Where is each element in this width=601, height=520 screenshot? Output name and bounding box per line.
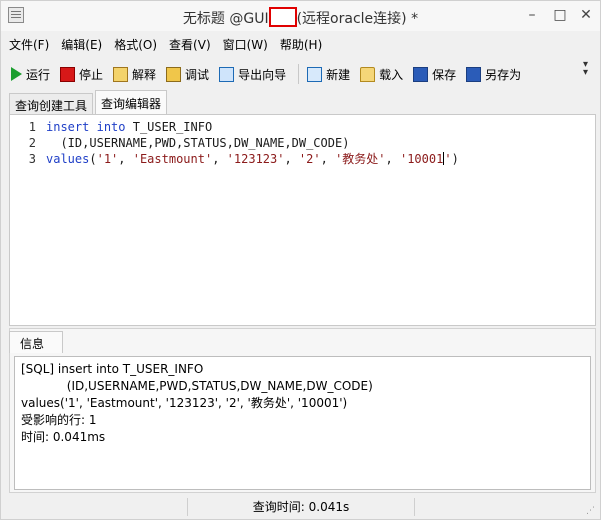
- play-icon: [11, 67, 22, 81]
- run-button[interactable]: 运行: [11, 66, 50, 83]
- export-label: 导出向导: [238, 67, 287, 82]
- tab-query-editor[interactable]: 查询编辑器: [95, 90, 168, 114]
- code-text: (ID,USERNAME,PWD,STATUS,DW_NAME,DW_CODE): [46, 136, 350, 150]
- new-button[interactable]: 新建: [307, 66, 350, 83]
- menu-bar: 文件(F) 编辑(E) 格式(O) 查看(V) 窗口(W) 帮助(H): [1, 33, 600, 55]
- menu-help[interactable]: 帮助(H): [280, 36, 322, 53]
- status-bar: 查询时间: 0.041s ⋰: [1, 495, 600, 519]
- string-literal: '教务处': [335, 152, 386, 166]
- line-number: 1: [28, 120, 36, 134]
- menu-window[interactable]: 窗口(W): [223, 36, 268, 53]
- redacted-box: [268, 7, 297, 27]
- code-token: (: [89, 152, 97, 166]
- code-token: T_USER_INFO: [125, 120, 213, 134]
- info-line: values('1', 'Eastmount', '123123', '2', …: [21, 396, 348, 410]
- code-area[interactable]: 1 insert into T_USER_INFO 2 (ID,USERNAME…: [10, 119, 595, 167]
- save-as-icon: [466, 66, 482, 82]
- minimize-button[interactable]: –: [524, 7, 540, 23]
- menu-format[interactable]: 格式(O): [114, 36, 157, 53]
- string-literal: ': [444, 152, 452, 166]
- keyword: into: [96, 120, 126, 134]
- window-title: 无标题 @GUI (远程oracle连接) *: [1, 7, 600, 28]
- line-number: 3: [28, 152, 36, 166]
- export-icon: [219, 66, 235, 82]
- string-literal: '2': [298, 152, 321, 166]
- editor-tabs: 查询创建工具 查询编辑器: [9, 90, 169, 114]
- code-line: 2 (ID,USERNAME,PWD,STATUS,DW_NAME,DW_COD…: [10, 135, 595, 151]
- menu-view[interactable]: 查看(V): [169, 36, 211, 53]
- explain-button[interactable]: 解释: [113, 66, 156, 83]
- string-literal: '123123': [226, 152, 285, 166]
- window-title-right: (远程oracle连接) *: [296, 11, 419, 27]
- toolbar: 运行 停止 解释 调试 导出向导 新建 载入 保存 另存为: [1, 59, 600, 89]
- code-text: values('1', 'Eastmount', '123123', '2', …: [46, 152, 459, 166]
- tab-info[interactable]: 信息: [9, 331, 63, 353]
- debug-icon: [166, 66, 182, 82]
- explain-label: 解释: [132, 67, 157, 82]
- code-token: ): [451, 152, 459, 166]
- stop-button[interactable]: 停止: [60, 66, 103, 83]
- toolbar-overflow-button[interactable]: ▾ ▾: [583, 60, 588, 78]
- save-button[interactable]: 保存: [413, 66, 456, 83]
- keyword: insert: [46, 120, 90, 134]
- app-window: 无标题 @GUI (远程oracle连接) * – □ ✕ 文件(F) 编辑(E)…: [0, 0, 601, 520]
- run-label: 运行: [26, 67, 51, 82]
- load-label: 载入: [379, 67, 404, 82]
- window-title-left: 无标题 @GUI: [182, 11, 269, 27]
- close-button[interactable]: ✕: [578, 7, 594, 23]
- debug-button[interactable]: 调试: [166, 66, 209, 83]
- code-text: insert into T_USER_INFO: [46, 119, 212, 135]
- info-line: 受影响的行: 1: [21, 413, 97, 427]
- line-number: 2: [28, 136, 36, 150]
- menu-edit[interactable]: 编辑(E): [61, 36, 102, 53]
- title-bar: 无标题 @GUI (远程oracle连接) * – □ ✕: [1, 1, 600, 31]
- debug-label: 调试: [185, 67, 210, 82]
- load-button[interactable]: 载入: [360, 66, 403, 83]
- keyword: values: [46, 152, 90, 166]
- query-time-status: 查询时间: 0.041s: [187, 498, 415, 516]
- info-line: 时间: 0.041ms: [21, 430, 106, 444]
- string-literal: '1': [96, 152, 119, 166]
- explain-icon: [113, 66, 129, 82]
- stop-label: 停止: [79, 67, 104, 82]
- save-as-label: 另存为: [485, 67, 522, 82]
- code-line: 1 insert into T_USER_INFO: [10, 119, 595, 135]
- folder-icon: [360, 66, 376, 82]
- sql-editor[interactable]: 1 insert into T_USER_INFO 2 (ID,USERNAME…: [9, 114, 596, 326]
- menu-file[interactable]: 文件(F): [9, 36, 49, 53]
- new-label: 新建: [326, 67, 351, 82]
- string-literal: 'Eastmount': [132, 152, 213, 166]
- new-icon: [307, 66, 323, 82]
- export-wizard-button[interactable]: 导出向导: [219, 66, 286, 83]
- string-literal: '10001: [399, 152, 444, 166]
- resize-grip-icon[interactable]: ⋰: [586, 506, 596, 516]
- toolbar-separator: [298, 64, 300, 84]
- tab-query-builder[interactable]: 查询创建工具: [9, 93, 94, 114]
- info-message-box[interactable]: [SQL] insert into T_USER_INFO (ID,USERNA…: [14, 356, 591, 490]
- save-as-button[interactable]: 另存为: [466, 66, 521, 83]
- info-line: [SQL] insert into T_USER_INFO: [21, 362, 204, 376]
- maximize-button[interactable]: □: [552, 7, 568, 23]
- save-label: 保存: [432, 67, 457, 82]
- stop-icon: [60, 66, 76, 82]
- code-line: 3 values('1', 'Eastmount', '123123', '2'…: [10, 151, 595, 167]
- info-line: (ID,USERNAME,PWD,STATUS,DW_NAME,DW_CODE): [21, 379, 373, 393]
- save-icon: [413, 66, 429, 82]
